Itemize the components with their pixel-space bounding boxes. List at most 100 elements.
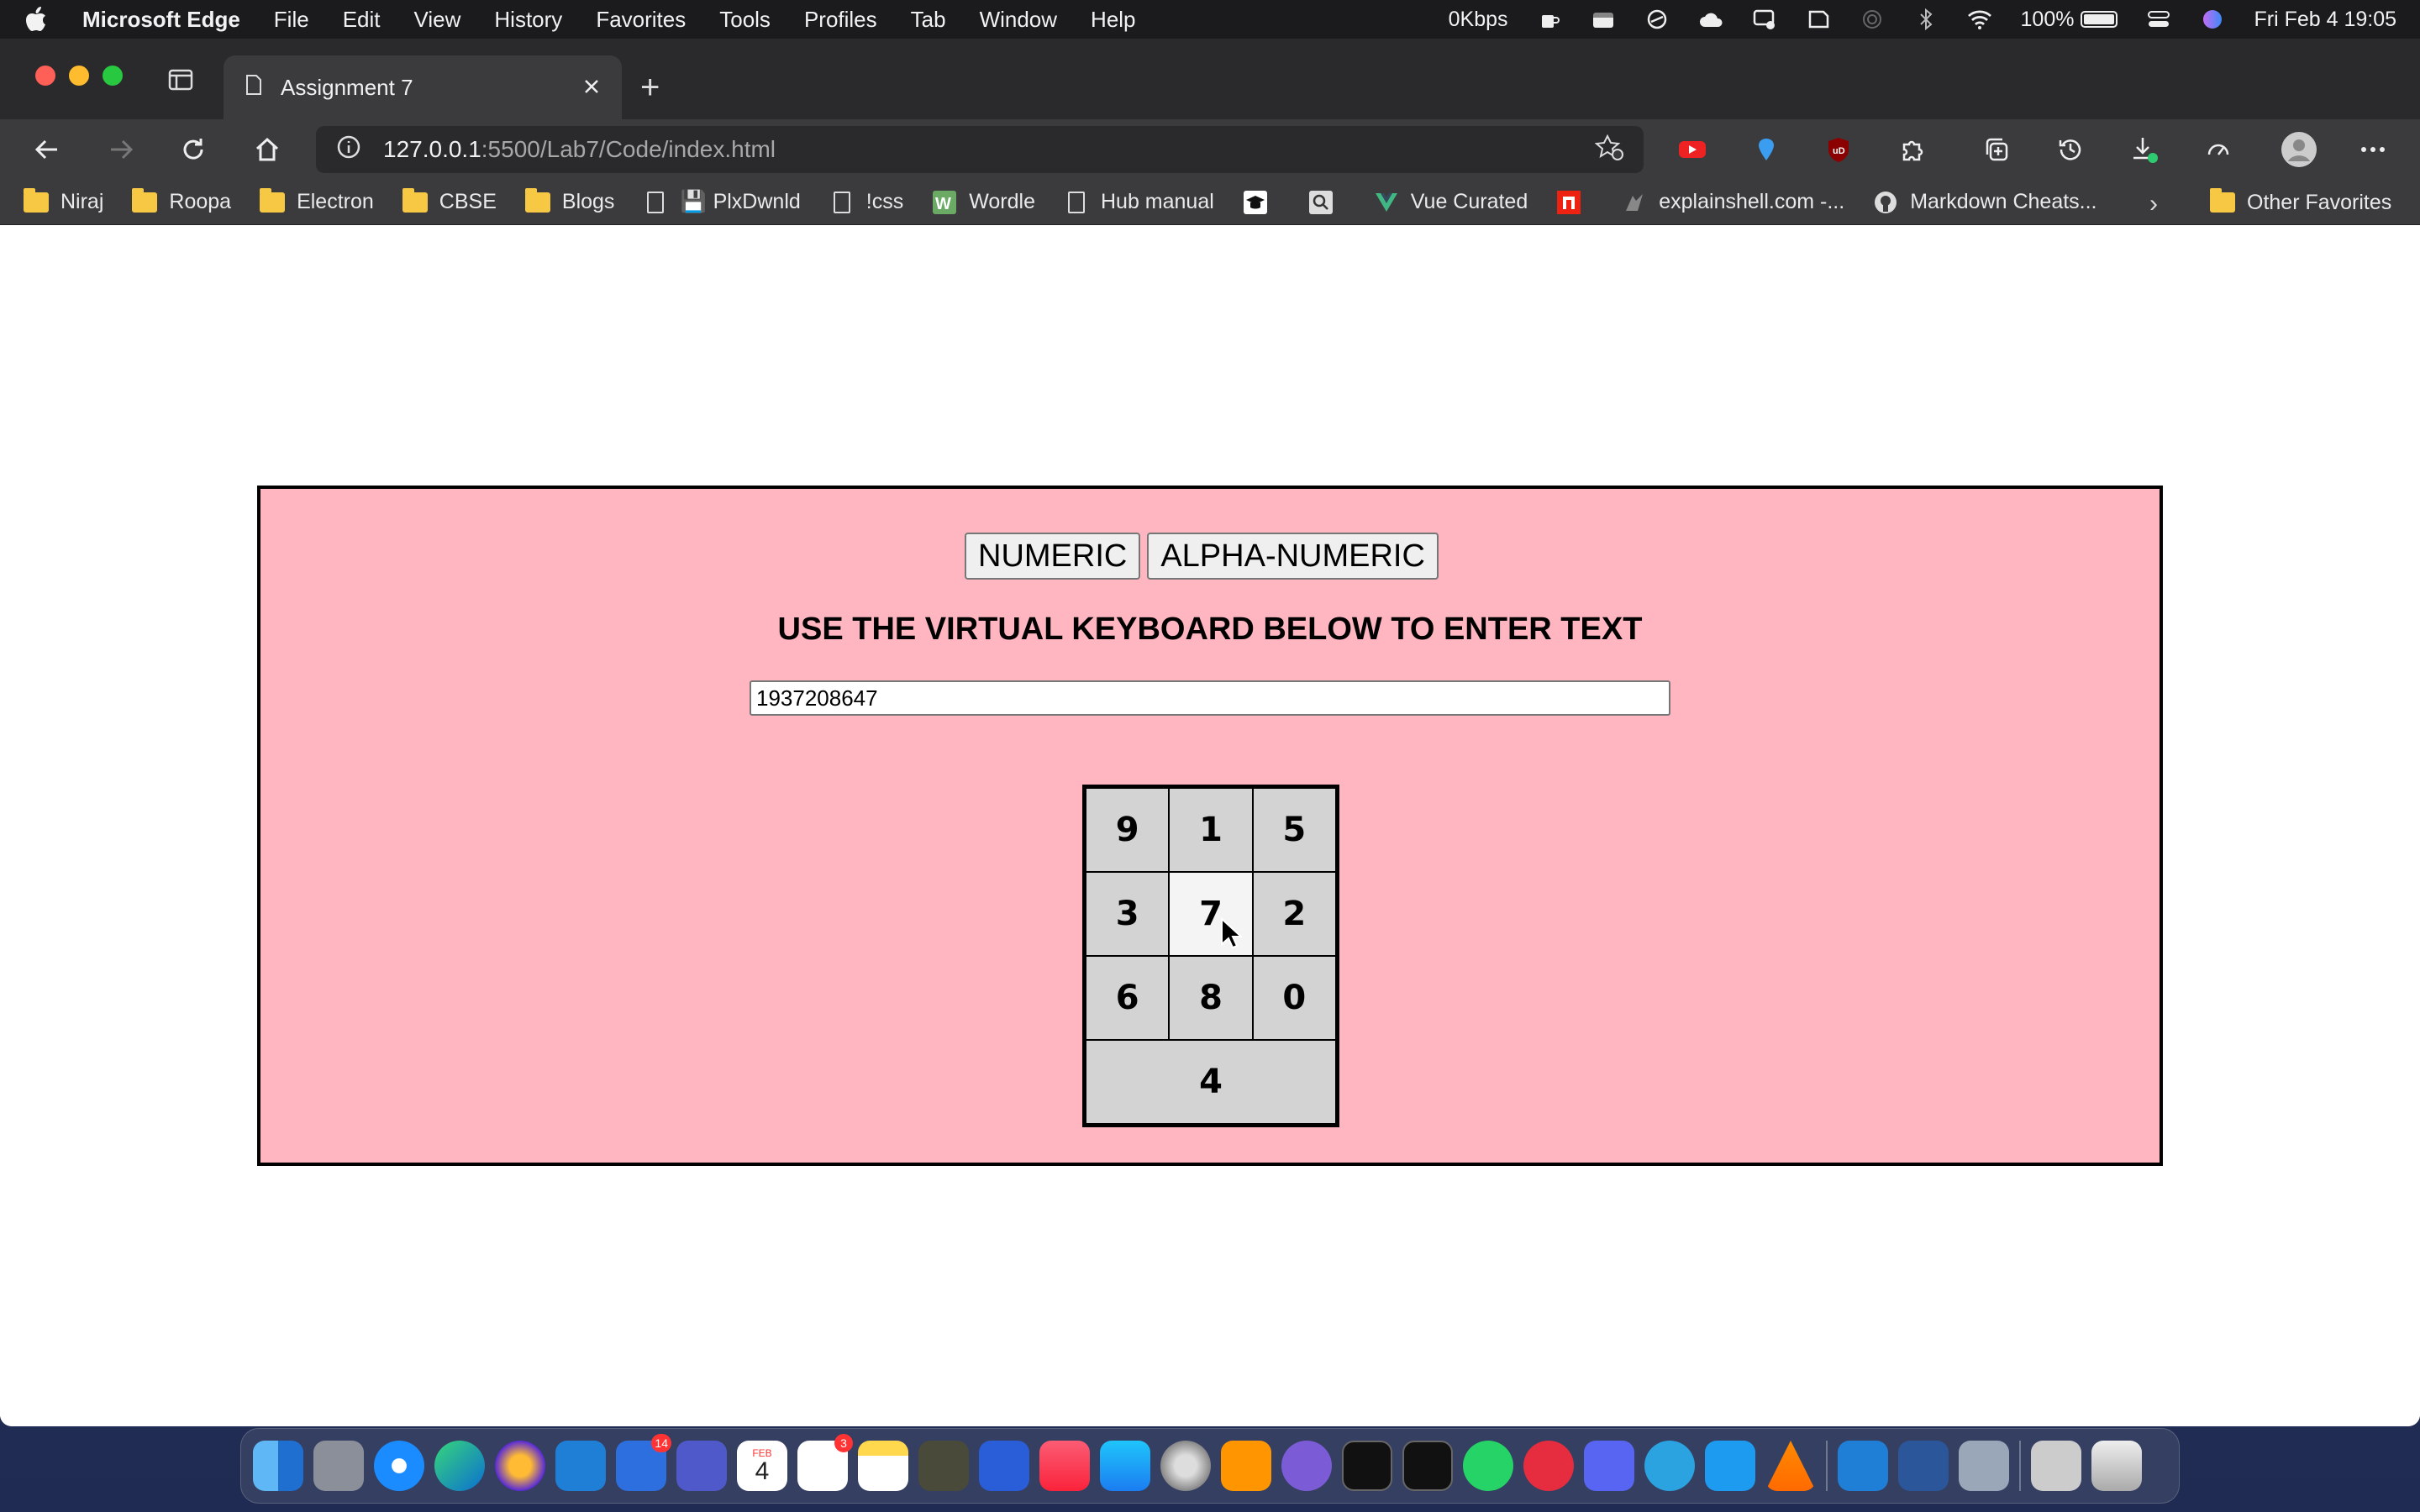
menu-favorites[interactable]: Favorites	[596, 7, 686, 33]
bookmark-other-favorites[interactable]: Other Favorites	[2210, 180, 2391, 225]
twitter-icon[interactable]	[1705, 1441, 1755, 1491]
tab-actions-icon[interactable]	[168, 69, 193, 91]
menu-help[interactable]: Help	[1091, 7, 1135, 33]
menu-window[interactable]: Window	[980, 7, 1057, 33]
vlc-icon[interactable]	[1765, 1441, 1816, 1491]
bluetooth-icon[interactable]	[1913, 8, 1939, 30]
profile-avatar[interactable]	[2281, 131, 2317, 168]
preview-icon[interactable]	[1959, 1441, 2009, 1491]
key-2[interactable]: 2	[1252, 872, 1336, 956]
cloud-icon[interactable]	[1698, 8, 1723, 30]
activity-monitor-icon[interactable]	[1342, 1441, 1392, 1491]
bookmark-blogs[interactable]: Blogs	[524, 187, 614, 214]
menu-history[interactable]: History	[494, 7, 562, 33]
numeric-mode-button[interactable]: NUMERIC	[965, 533, 1141, 580]
zoom-window-button[interactable]	[103, 66, 123, 86]
safari-icon[interactable]	[374, 1441, 424, 1491]
network-speed-text[interactable]: 0Kbps	[1449, 8, 1508, 32]
close-window-button[interactable]	[35, 66, 55, 86]
siri-icon[interactable]	[2200, 8, 2225, 30]
bookmark-niraj[interactable]: Niraj	[24, 187, 103, 214]
bookmark-explainshell[interactable]: explainshell.com -...	[1622, 190, 1844, 214]
pin-extension-icon[interactable]	[1751, 134, 1781, 165]
menu-tools[interactable]: Tools	[719, 7, 771, 33]
collections-icon[interactable]	[1981, 134, 2012, 165]
word-icon[interactable]	[1898, 1441, 1949, 1491]
apple-menu-icon[interactable]	[24, 5, 49, 34]
system-preferences-icon[interactable]	[1160, 1441, 1211, 1491]
trash-icon[interactable]	[2091, 1441, 2142, 1491]
forward-icon[interactable]	[106, 134, 136, 165]
bookmark-css[interactable]: !css	[829, 190, 903, 214]
bookmark-wordle[interactable]: W Wordle	[932, 190, 1035, 214]
wifi-icon[interactable]	[1967, 8, 1992, 30]
bookmark-cbse[interactable]: CBSE	[402, 187, 497, 214]
performance-icon[interactable]	[2203, 134, 2233, 165]
menu-tab[interactable]: Tab	[911, 7, 946, 33]
music-icon[interactable]	[1039, 1441, 1090, 1491]
bookmark-markdown[interactable]: Markdown Cheats...	[1873, 190, 2097, 214]
battery-indicator[interactable]: 100%	[2021, 8, 2118, 32]
coffee-icon[interactable]	[1537, 8, 1562, 30]
tab-active[interactable]: Assignment 7	[224, 55, 622, 119]
clock-text[interactable]: Fri Feb 4 19:05	[2254, 8, 2396, 32]
messenger-icon[interactable]	[1523, 1441, 1574, 1491]
bookmark-hub-manual[interactable]: Hub manual	[1064, 190, 1214, 214]
close-tab-icon[interactable]	[583, 75, 600, 101]
bookmark-n[interactable]	[1556, 190, 1593, 214]
chevron-right-icon[interactable]: ›	[2149, 190, 2158, 218]
edge-icon[interactable]	[434, 1441, 485, 1491]
key-1[interactable]: 1	[1169, 788, 1253, 872]
terminal-icon[interactable]	[1402, 1441, 1453, 1491]
airdrop-icon[interactable]	[1860, 8, 1885, 30]
home-icon[interactable]	[252, 134, 282, 165]
history-icon[interactable]	[2055, 134, 2086, 165]
disk-icon[interactable]	[1806, 8, 1831, 30]
finder-icon[interactable]	[253, 1441, 303, 1491]
bookmark-search[interactable]	[1308, 190, 1345, 214]
vscode-icon[interactable]	[555, 1441, 606, 1491]
focus-icon[interactable]	[1644, 8, 1670, 30]
whatsapp-icon[interactable]	[1463, 1441, 1513, 1491]
scripteditor-icon[interactable]	[918, 1441, 969, 1491]
text-entry-field[interactable]	[750, 680, 1670, 716]
key-9[interactable]: 9	[1086, 788, 1170, 872]
more-menu-icon[interactable]	[2358, 134, 2388, 165]
site-info-icon[interactable]	[336, 134, 361, 165]
calendar-icon[interactable]: FEB 4	[737, 1441, 787, 1491]
bookmark-electron[interactable]: Electron	[260, 187, 374, 214]
key-4[interactable]: 4	[1086, 1040, 1336, 1124]
alphanumeric-mode-button[interactable]: ALPHA-NUMERIC	[1147, 533, 1439, 580]
menu-view[interactable]: View	[414, 7, 461, 33]
bookmark-roopa[interactable]: Roopa	[132, 187, 231, 214]
address-bar[interactable]: 127.0.0.1 :5500/Lab7/Code/index.html	[316, 126, 1644, 173]
key-3[interactable]: 3	[1086, 872, 1170, 956]
discord-icon[interactable]	[1584, 1441, 1634, 1491]
control-center-icon[interactable]	[2146, 8, 2171, 30]
screen-share-icon[interactable]	[1752, 8, 1777, 30]
menu-profiles[interactable]: Profiles	[804, 7, 877, 33]
key-0[interactable]: 0	[1252, 956, 1336, 1040]
bookmark-plxdwnld[interactable]: 💾 PlxDwnld	[643, 190, 801, 214]
app-menu-title[interactable]: Microsoft Edge	[82, 7, 240, 33]
bookmark-vue-curated[interactable]: Vue Curated	[1374, 190, 1528, 214]
youtube-extension-icon[interactable]	[1677, 134, 1707, 165]
back-icon[interactable]	[32, 134, 62, 165]
menu-edit[interactable]: Edit	[343, 7, 381, 33]
appstore-icon[interactable]	[1100, 1441, 1150, 1491]
key-8[interactable]: 8	[1169, 956, 1253, 1040]
bookmark-graduation[interactable]	[1243, 190, 1280, 214]
refresh-icon[interactable]	[178, 134, 208, 165]
launchpad-icon[interactable]	[313, 1441, 364, 1491]
add-favorite-icon[interactable]	[1594, 134, 1623, 166]
spark-mail-icon[interactable]: 14	[616, 1434, 671, 1491]
minimize-window-button[interactable]	[69, 66, 89, 86]
key-5[interactable]: 5	[1252, 788, 1336, 872]
key-6[interactable]: 6	[1086, 956, 1170, 1040]
telegram-icon[interactable]	[1644, 1441, 1695, 1491]
reminders-icon[interactable]: 3	[797, 1434, 853, 1491]
downloads-icon[interactable]	[2129, 134, 2160, 165]
teams-icon[interactable]	[676, 1441, 727, 1491]
ublock-extension-icon[interactable]: uD	[1823, 134, 1854, 165]
vscode-recent-icon[interactable]	[1838, 1441, 1888, 1491]
